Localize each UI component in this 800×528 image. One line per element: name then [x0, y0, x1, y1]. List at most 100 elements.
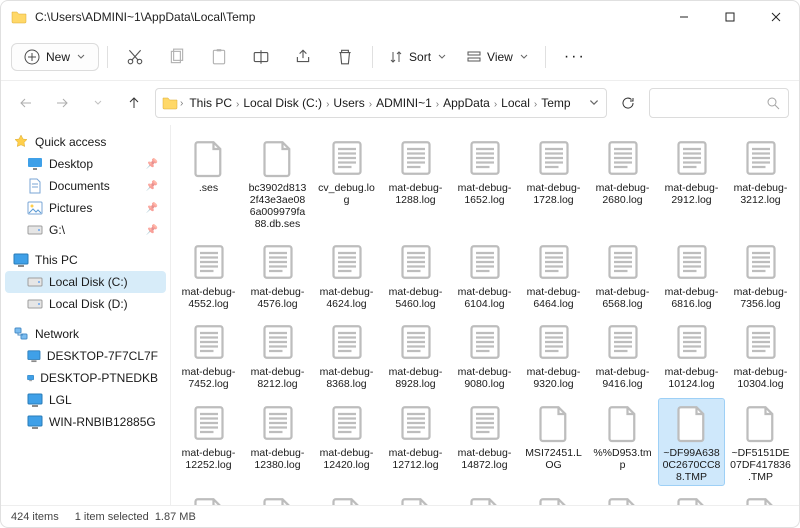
file-item[interactable]: mat-debug-6816.log [658, 237, 725, 313]
breadcrumb[interactable]: › This PC›Local Disk (C:)›Users›ADMINI~1… [155, 88, 607, 118]
sidebar-pinned-item[interactable]: G:\📌 [5, 219, 166, 241]
sort-label: Sort [409, 50, 431, 64]
file-item[interactable]: mat-debug-7452.log [175, 317, 242, 393]
minimize-button[interactable] [661, 1, 707, 33]
sidebar-pinned-item[interactable]: Desktop📌 [5, 153, 166, 175]
file-item[interactable]: mat-debug-2912.log [658, 133, 725, 233]
rename-button[interactable] [242, 39, 280, 75]
more-button[interactable]: ··· [554, 48, 596, 66]
file-icon [189, 136, 229, 180]
sidebar-network-host[interactable]: LGL [5, 389, 166, 411]
file-item[interactable]: ~RS4899.tmp [451, 490, 518, 505]
back-button[interactable] [11, 88, 41, 118]
recent-dropdown[interactable] [83, 88, 113, 118]
paste-button[interactable] [200, 39, 238, 75]
file-item[interactable]: mat-debug-12712.log [382, 398, 449, 486]
delete-button[interactable] [326, 39, 364, 75]
file-item[interactable]: mat-debug-4624.log [313, 237, 380, 313]
file-item[interactable]: mat-debug-3212.log [727, 133, 794, 233]
file-item[interactable]: mat-debug-8928.log [382, 317, 449, 393]
file-item[interactable]: mat-debug-6568.log [589, 237, 656, 313]
file-item[interactable]: %%D953.tmp [589, 398, 656, 486]
file-pane[interactable]: .sesbc3902d8132f43e3ae086a009979fa88.db.… [171, 125, 799, 505]
file-item[interactable]: mat-debug-7356.log [727, 237, 794, 313]
file-label: mat-debug-14872.log [454, 447, 515, 471]
toolbar: New Sort View ··· [1, 33, 799, 81]
file-item[interactable]: mat-debug-1652.log [451, 133, 518, 233]
file-item[interactable]: bc3902d8132f43e3ae086a009979fa88.db.ses [244, 133, 311, 233]
sidebar-network-host[interactable]: WIN-RNBIB12885G [5, 411, 166, 433]
file-item[interactable]: mat-debug-12252.log [175, 398, 242, 486]
file-icon [396, 401, 436, 445]
file-item[interactable]: ~RSA049.tmp [589, 490, 656, 505]
file-item[interactable]: ~RS2858.tmp [382, 490, 449, 505]
file-item[interactable]: mat-debug-5460.log [382, 237, 449, 313]
file-label: mat-debug-1652.log [454, 182, 515, 206]
sidebar-this-pc[interactable]: This PC [5, 249, 166, 271]
chevron-right-icon: › [436, 99, 439, 110]
file-item[interactable]: ~DF99A6380C2670CC88.TMP [658, 398, 725, 486]
file-item[interactable]: ~DFE7C2B7288E12841.TMP [244, 490, 311, 505]
file-item[interactable]: .ses [175, 133, 242, 233]
copy-button[interactable] [158, 39, 196, 75]
file-item[interactable]: ~RSADE4.tmp [658, 490, 725, 505]
breadcrumb-item[interactable]: Local [497, 94, 534, 112]
sidebar-drive-item[interactable]: Local Disk (D:) [5, 293, 166, 315]
file-item[interactable]: mat-debug-14872.log [451, 398, 518, 486]
new-button[interactable]: New [11, 43, 99, 71]
file-item[interactable]: mat-debug-8368.log [313, 317, 380, 393]
file-item[interactable]: ~DFCD74532E2AD0493C.TMP [175, 490, 242, 505]
sidebar-pinned-item[interactable]: Pictures📌 [5, 197, 166, 219]
forward-button[interactable] [47, 88, 77, 118]
sidebar-pinned-item[interactable]: Documents📌 [5, 175, 166, 197]
file-item[interactable]: cv_debug.log [313, 133, 380, 233]
file-label: mat-debug-1288.log [385, 182, 446, 206]
file-item[interactable]: mat-debug-9080.log [451, 317, 518, 393]
breadcrumb-item[interactable]: This PC [185, 94, 236, 112]
file-item[interactable]: mat-debug-1288.log [382, 133, 449, 233]
cut-button[interactable] [116, 39, 154, 75]
file-item[interactable]: mat-debug-12420.log [313, 398, 380, 486]
breadcrumb-item[interactable]: Local Disk (C:) [239, 94, 326, 112]
file-item[interactable]: mat-debug-6464.log [520, 237, 587, 313]
sidebar-quick-access[interactable]: Quick access [5, 131, 166, 153]
close-button[interactable] [753, 1, 799, 33]
maximize-button[interactable] [707, 1, 753, 33]
file-item[interactable]: mat-debug-9416.log [589, 317, 656, 393]
file-item[interactable]: ~RS9729.tmp [520, 490, 587, 505]
share-button[interactable] [284, 39, 322, 75]
view-dropdown[interactable]: View [459, 45, 537, 69]
up-button[interactable] [119, 88, 149, 118]
file-item[interactable]: mat-debug-4552.log [175, 237, 242, 313]
file-item[interactable]: mat-debug-10304.log [727, 317, 794, 393]
sidebar-drive-item[interactable]: Local Disk (C:) [5, 271, 166, 293]
sidebar-network[interactable]: Network [5, 323, 166, 345]
file-item[interactable]: mat-debug-9320.log [520, 317, 587, 393]
sidebar-network-host[interactable]: DESKTOP-PTNEDKB [5, 367, 166, 389]
file-label: mat-debug-9416.log [592, 366, 653, 390]
file-item[interactable]: mat-debug-8212.log [244, 317, 311, 393]
sidebar-network-host[interactable]: DESKTOP-7F7CL7F [5, 345, 166, 367]
refresh-button[interactable] [613, 88, 643, 118]
breadcrumb-item[interactable]: Users [329, 94, 368, 112]
breadcrumb-item[interactable]: ADMINI~1 [372, 94, 436, 112]
sort-dropdown[interactable]: Sort [381, 45, 455, 69]
file-item[interactable]: mat-debug-1728.log [520, 133, 587, 233]
file-label: mat-debug-6464.log [523, 286, 584, 310]
file-item[interactable]: mat-debug-10124.log [658, 317, 725, 393]
file-item[interactable]: mat-debug-2680.log [589, 133, 656, 233]
file-item[interactable]: ~RSE19.tmp [727, 490, 794, 505]
file-item[interactable]: ~RS77B5.tmp [313, 490, 380, 505]
file-item[interactable]: ~DF5151DE07DF417836.TMP [727, 398, 794, 486]
breadcrumb-item[interactable]: AppData [439, 94, 494, 112]
file-label: mat-debug-12252.log [178, 447, 239, 471]
search-input[interactable] [649, 88, 789, 118]
file-item[interactable]: MSI72451.LOG [520, 398, 587, 486]
breadcrumb-item[interactable]: Temp [537, 94, 574, 112]
chevron-down-icon[interactable] [588, 97, 600, 109]
refresh-icon [621, 96, 635, 110]
window-title: C:\Users\ADMINI~1\AppData\Local\Temp [35, 10, 661, 24]
file-item[interactable]: mat-debug-4576.log [244, 237, 311, 313]
file-item[interactable]: mat-debug-6104.log [451, 237, 518, 313]
file-item[interactable]: mat-debug-12380.log [244, 398, 311, 486]
